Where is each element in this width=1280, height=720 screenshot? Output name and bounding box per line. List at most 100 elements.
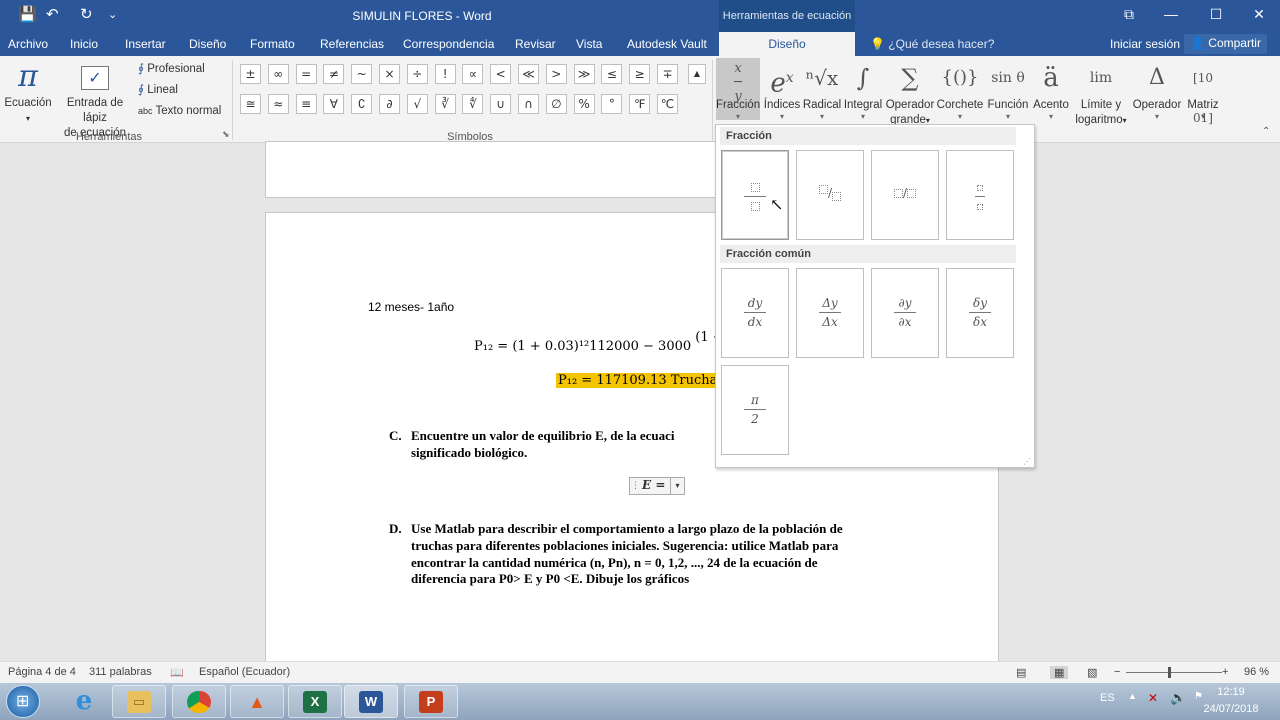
equation-options-icon[interactable]: ▾	[670, 478, 684, 494]
fraction-button[interactable]: x ─ y Fracción ▾	[716, 58, 760, 121]
share-button[interactable]: 👤 Compartir	[1184, 34, 1267, 54]
dialog-launcher-icon[interactable]: ⬊	[222, 129, 230, 140]
symbol-button[interactable]: <	[490, 64, 512, 84]
symbol-button[interactable]: ∩	[518, 94, 539, 114]
zoom-out-icon[interactable]: −	[1114, 666, 1120, 678]
symbol-button[interactable]: °	[601, 94, 623, 114]
close-button[interactable]: ✕	[1244, 6, 1274, 23]
linear-button[interactable]: ∮ Lineal	[138, 83, 178, 98]
undo-icon[interactable]: ↶	[46, 6, 59, 24]
maximize-button[interactable]: ☐	[1201, 6, 1231, 23]
tab-formato[interactable]: Formato	[250, 37, 295, 51]
word-count[interactable]: 311 palabras	[89, 666, 152, 678]
professional-button[interactable]: ∮ Profesional	[138, 62, 205, 77]
accent-button[interactable]: ä Acento ▾	[1032, 58, 1070, 121]
symbol-button[interactable]: ℉	[629, 94, 651, 114]
tab-diseno-equation[interactable]: Diseño	[719, 32, 855, 56]
symbol-button[interactable]: ~	[351, 64, 373, 84]
zoom-level[interactable]: 96 %	[1244, 666, 1269, 678]
redo-icon[interactable]: ↻	[80, 6, 93, 24]
tab-insertar[interactable]: Insertar	[125, 37, 166, 51]
web-layout-icon[interactable]: ▧	[1087, 666, 1097, 679]
symbol-button[interactable]: √	[406, 94, 428, 114]
symbol-button[interactable]: ∞	[267, 64, 289, 84]
clock-date[interactable]: 24/07/2018	[1198, 703, 1264, 715]
symbol-button[interactable]: ≤	[601, 64, 623, 84]
common-fraction-option[interactable]: π2	[721, 365, 789, 455]
tab-inicio[interactable]: Inicio	[70, 37, 98, 51]
small-fraction-option[interactable]	[946, 150, 1014, 240]
ribbon-display-options-icon[interactable]: ⧉	[1114, 6, 1144, 23]
tab-archivo[interactable]: Archivo	[8, 37, 48, 51]
symbol-button[interactable]: ∛	[434, 94, 456, 114]
symbol-button[interactable]: >	[545, 64, 567, 84]
symbol-button[interactable]: =	[295, 64, 317, 84]
save-icon[interactable]: 💾	[18, 6, 37, 24]
symbol-button[interactable]: ℃	[657, 94, 678, 114]
stacked-fraction-option[interactable]: ↖	[721, 150, 789, 240]
symbol-button[interactable]: ×	[379, 64, 400, 84]
customize-qat-icon[interactable]: ⌄	[108, 6, 117, 24]
symbol-button[interactable]: ≡	[295, 94, 317, 114]
read-mode-icon[interactable]: ▤	[1016, 666, 1026, 679]
collapse-ribbon-icon[interactable]: ⌃	[1262, 126, 1270, 137]
input-language[interactable]: ES	[1100, 692, 1115, 704]
ink-equation-button[interactable]: ✓ Entrada de lápiz de ecuación	[54, 58, 136, 141]
symbol-button[interactable]: ±	[240, 64, 261, 84]
common-fraction-option[interactable]: δy δx	[946, 268, 1014, 358]
symbol-button[interactable]: ÷	[406, 64, 428, 84]
symbol-button[interactable]: ∂	[379, 94, 400, 114]
tab-revisar[interactable]: Revisar	[515, 37, 556, 51]
volume-icon[interactable]: 🔊	[1170, 690, 1186, 706]
symbol-button[interactable]: %	[573, 94, 595, 114]
drag-handle-icon[interactable]: ⋮	[631, 480, 640, 491]
limit-log-button[interactable]: lim Límite y logaritmo▾	[1072, 58, 1130, 128]
normal-text-button[interactable]: abc Texto normal	[138, 104, 221, 119]
tab-diseno[interactable]: Diseño	[189, 37, 226, 51]
radical-button[interactable]: ⁿ√x Radical ▾	[802, 58, 842, 121]
print-layout-icon[interactable]: ▦	[1050, 666, 1069, 679]
symbol-button[interactable]: ≠	[323, 64, 345, 84]
internet-explorer-taskbar-button[interactable]: e	[58, 685, 112, 718]
excel-taskbar-button[interactable]: X	[288, 685, 342, 718]
tab-vista[interactable]: Vista	[576, 37, 602, 51]
resize-grip-icon[interactable]: ⋰	[1023, 457, 1031, 466]
powerpoint-taskbar-button[interactable]: P	[404, 685, 458, 718]
script-button[interactable]: ex Índices ▾	[762, 58, 802, 121]
zoom-in-icon[interactable]: +	[1222, 666, 1228, 678]
equation-button[interactable]: π Ecuación ▾	[4, 58, 52, 126]
zoom-slider[interactable]	[1126, 667, 1222, 678]
word-taskbar-button[interactable]: W	[344, 685, 398, 718]
common-fraction-option[interactable]: dy dx	[721, 268, 789, 358]
symbol-button[interactable]: ≥	[629, 64, 651, 84]
symbol-button[interactable]: !	[434, 64, 456, 84]
minimize-button[interactable]: —	[1156, 6, 1186, 22]
tab-autodesk-vault[interactable]: Autodesk Vault	[627, 37, 707, 51]
skewed-fraction-option[interactable]: /	[796, 150, 864, 240]
linear-fraction-option[interactable]: /	[871, 150, 939, 240]
equation-placeholder[interactable]: ⋮ E = ▾	[629, 477, 685, 495]
symbol-button[interactable]: ∅	[545, 94, 567, 114]
operator-button[interactable]: Δ Operador ▾	[1132, 58, 1182, 121]
flag-icon[interactable]: ⚑	[1194, 691, 1203, 702]
symbol-button[interactable]: ∜	[462, 94, 484, 114]
language[interactable]: Español (Ecuador)	[199, 666, 290, 678]
symbols-scroll-up-icon[interactable]: ▲	[688, 64, 706, 84]
symbol-button[interactable]: ≅	[240, 94, 261, 114]
start-button[interactable]: ⊞	[6, 685, 40, 718]
symbol-button[interactable]: ∀	[323, 94, 345, 114]
symbol-button[interactable]: ∝	[462, 64, 484, 84]
tell-me-input[interactable]: 💡 ¿Qué desea hacer?	[870, 37, 994, 51]
symbol-button[interactable]: ∓	[657, 64, 678, 84]
tab-referencias[interactable]: Referencias	[320, 37, 384, 51]
symbol-button[interactable]: ≪	[518, 64, 539, 84]
matlab-taskbar-button[interactable]: ▲	[230, 685, 284, 718]
proofing-icon[interactable]: 📖	[170, 666, 184, 679]
function-button[interactable]: sin θ Función ▾	[984, 58, 1032, 121]
common-fraction-option[interactable]: Δy Δx	[796, 268, 864, 358]
large-operator-button[interactable]: ∑ Operador grande▾	[884, 58, 936, 128]
equation-p12[interactable]: P₁₂ = (1 + 0.03)¹²112000 − 3000 (1 +	[474, 330, 724, 354]
equation-result-highlighted[interactable]: P₁₂ = 117109.13 Truchas	[556, 373, 727, 388]
symbol-button[interactable]: ∁	[351, 94, 373, 114]
symbol-button[interactable]: ≈	[267, 94, 289, 114]
